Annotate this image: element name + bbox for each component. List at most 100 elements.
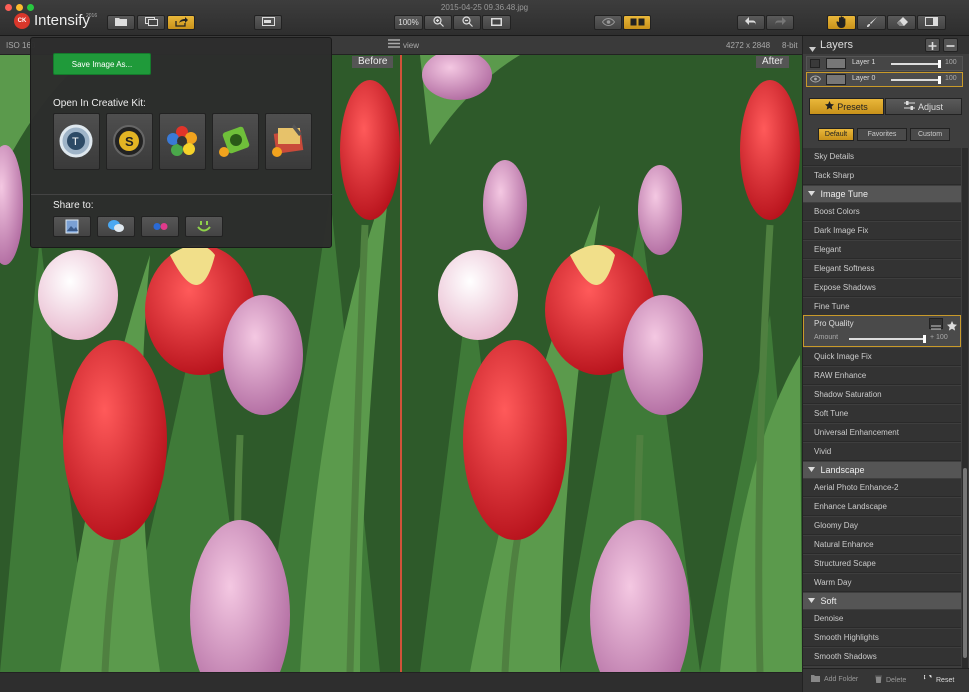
preset-structured-scape[interactable]: Structured Scape bbox=[803, 555, 961, 573]
adjust-tab[interactable]: Adjust bbox=[885, 98, 962, 115]
hand-tool-button[interactable] bbox=[827, 15, 856, 30]
layer-visibility-toggle[interactable] bbox=[810, 59, 820, 68]
zoom-in-button[interactable] bbox=[424, 15, 452, 30]
layer-name: Layer 1 bbox=[852, 59, 876, 66]
brush-tool-button[interactable] bbox=[857, 15, 886, 30]
reset-button[interactable]: Reset bbox=[923, 673, 954, 685]
zoom-in-icon bbox=[432, 16, 444, 29]
snapheal-icon: S bbox=[107, 125, 152, 173]
share-smugmug-button[interactable] bbox=[185, 216, 223, 237]
preset-expose-shadows[interactable]: Expose Shadows bbox=[803, 279, 961, 297]
redo-button[interactable] bbox=[766, 15, 794, 30]
smugmug-icon bbox=[186, 221, 222, 240]
save-image-as-button[interactable]: Save Image As... bbox=[53, 53, 151, 75]
toggle-panel-button[interactable] bbox=[917, 15, 946, 30]
preset-scrollbar[interactable] bbox=[962, 148, 968, 668]
minus-icon bbox=[944, 39, 957, 56]
zoom-level-button[interactable]: 100% bbox=[394, 15, 423, 30]
view-label[interactable]: view bbox=[403, 41, 419, 50]
preset-quick-image-fix[interactable]: Quick Image Fix bbox=[803, 348, 961, 366]
preset-smooth-highlights[interactable]: Smooth Highlights bbox=[803, 629, 961, 647]
right-panel: Layers Layer 1 100 Layer 0 100 Presets A… bbox=[802, 36, 969, 692]
layer-eye-icon[interactable] bbox=[809, 74, 822, 86]
subtab-default[interactable]: Default bbox=[818, 128, 854, 141]
delete-button[interactable]: Delete bbox=[875, 675, 906, 685]
amount-slider[interactable] bbox=[849, 338, 926, 340]
toggle-sidebar-button[interactable] bbox=[254, 15, 282, 30]
browse-button[interactable] bbox=[137, 15, 165, 30]
scrollbar-thumb[interactable] bbox=[963, 468, 967, 658]
svg-text:S: S bbox=[125, 134, 134, 149]
preset-sky-details[interactable]: Sky Details bbox=[803, 148, 961, 166]
layer-opacity-knob[interactable] bbox=[938, 60, 941, 68]
creative-kit-tonality-button[interactable]: T bbox=[53, 113, 100, 170]
before-after-divider[interactable] bbox=[400, 55, 402, 692]
zoom-out-button[interactable] bbox=[453, 15, 481, 30]
category-label: Landscape bbox=[820, 465, 865, 475]
eraser-icon bbox=[896, 16, 908, 29]
preset-aerial-photo-enhance-2[interactable]: Aerial Photo Enhance-2 bbox=[803, 479, 961, 497]
preset-boost-colors[interactable]: Boost Colors bbox=[803, 203, 961, 221]
preview-toggle-button[interactable] bbox=[594, 15, 622, 30]
undo-icon bbox=[745, 17, 757, 28]
creative-kit-intensify-button[interactable] bbox=[212, 113, 259, 170]
undo-button[interactable] bbox=[737, 15, 765, 30]
share-photos-button[interactable] bbox=[53, 216, 91, 237]
share-icon bbox=[174, 16, 188, 29]
add-layer-button[interactable] bbox=[925, 38, 940, 52]
preset-settings-icon[interactable] bbox=[929, 318, 943, 330]
layer-opacity-knob[interactable] bbox=[938, 76, 941, 84]
view-menu-icon[interactable] bbox=[388, 39, 400, 50]
browse-icon bbox=[144, 17, 158, 28]
creative-kit-noiseless-button[interactable] bbox=[265, 113, 312, 170]
expand-arrow-icon bbox=[808, 596, 815, 606]
preset-natural-enhance[interactable]: Natural Enhance bbox=[803, 536, 961, 554]
presets-tab[interactable]: Presets bbox=[809, 98, 884, 115]
tonality-icon: T bbox=[54, 124, 99, 173]
category-image-tune[interactable]: Image Tune bbox=[803, 186, 961, 202]
share-button[interactable] bbox=[167, 15, 195, 30]
preset-vivid[interactable]: Vivid bbox=[803, 443, 961, 461]
star-icon bbox=[825, 101, 835, 112]
fit-screen-button[interactable] bbox=[482, 15, 511, 30]
preset-smooth-shadows[interactable]: Smooth Shadows bbox=[803, 648, 961, 666]
layer-opacity-slider[interactable] bbox=[891, 79, 941, 81]
amount-slider-knob[interactable] bbox=[923, 335, 926, 343]
preset-fine-tune[interactable]: Fine Tune bbox=[803, 298, 961, 316]
preset-tack-sharp[interactable]: Tack Sharp bbox=[803, 167, 961, 185]
preset-dark-image-fix[interactable]: Dark Image Fix bbox=[803, 222, 961, 240]
preset-warm-day[interactable]: Warm Day bbox=[803, 574, 961, 592]
preset-shadow-saturation[interactable]: Shadow Saturation bbox=[803, 386, 961, 404]
category-landscape[interactable]: Landscape bbox=[803, 462, 961, 478]
layer-thumbnail bbox=[826, 58, 846, 69]
eraser-tool-button[interactable] bbox=[887, 15, 916, 30]
category-soft[interactable]: Soft bbox=[803, 593, 961, 609]
remove-layer-button[interactable] bbox=[943, 38, 958, 52]
open-file-button[interactable] bbox=[107, 15, 135, 30]
preset-gloomy-day[interactable]: Gloomy Day bbox=[803, 517, 961, 535]
subtab-custom[interactable]: Custom bbox=[910, 128, 950, 141]
expand-arrow-icon bbox=[808, 189, 815, 199]
layer-row[interactable]: Layer 0 100 bbox=[806, 72, 963, 87]
share-flickr-button[interactable] bbox=[141, 216, 179, 237]
preset-elegant-softness[interactable]: Elegant Softness bbox=[803, 260, 961, 278]
creative-kit-snapheal-button[interactable]: S bbox=[106, 113, 153, 170]
preset-elegant[interactable]: Elegant bbox=[803, 241, 961, 259]
preset-denoise[interactable]: Denoise bbox=[803, 610, 961, 628]
layer-row[interactable]: Layer 1 100 bbox=[806, 56, 963, 71]
preset-soft-tune[interactable]: Soft Tune bbox=[803, 405, 961, 423]
add-folder-button[interactable]: Add Folder bbox=[811, 675, 858, 684]
layer-opacity-slider[interactable] bbox=[891, 63, 941, 65]
reset-icon bbox=[923, 673, 932, 685]
preset-raw-enhance[interactable]: RAW Enhance bbox=[803, 367, 961, 385]
subtab-favorites[interactable]: Favorites bbox=[857, 128, 907, 141]
creative-kit-focus-button[interactable] bbox=[159, 113, 206, 170]
noiseless-icon bbox=[266, 124, 311, 173]
favorite-star-icon[interactable] bbox=[947, 318, 957, 336]
preset-universal-enhancement[interactable]: Universal Enhancement bbox=[803, 424, 961, 442]
preset-pro-quality-selected[interactable]: Pro Quality Amount + 100 bbox=[803, 315, 961, 347]
before-after-button[interactable] bbox=[623, 15, 651, 30]
share-messages-button[interactable] bbox=[97, 216, 135, 237]
preset-enhance-landscape[interactable]: Enhance Landscape bbox=[803, 498, 961, 516]
share-heading: Share to: bbox=[53, 200, 94, 211]
